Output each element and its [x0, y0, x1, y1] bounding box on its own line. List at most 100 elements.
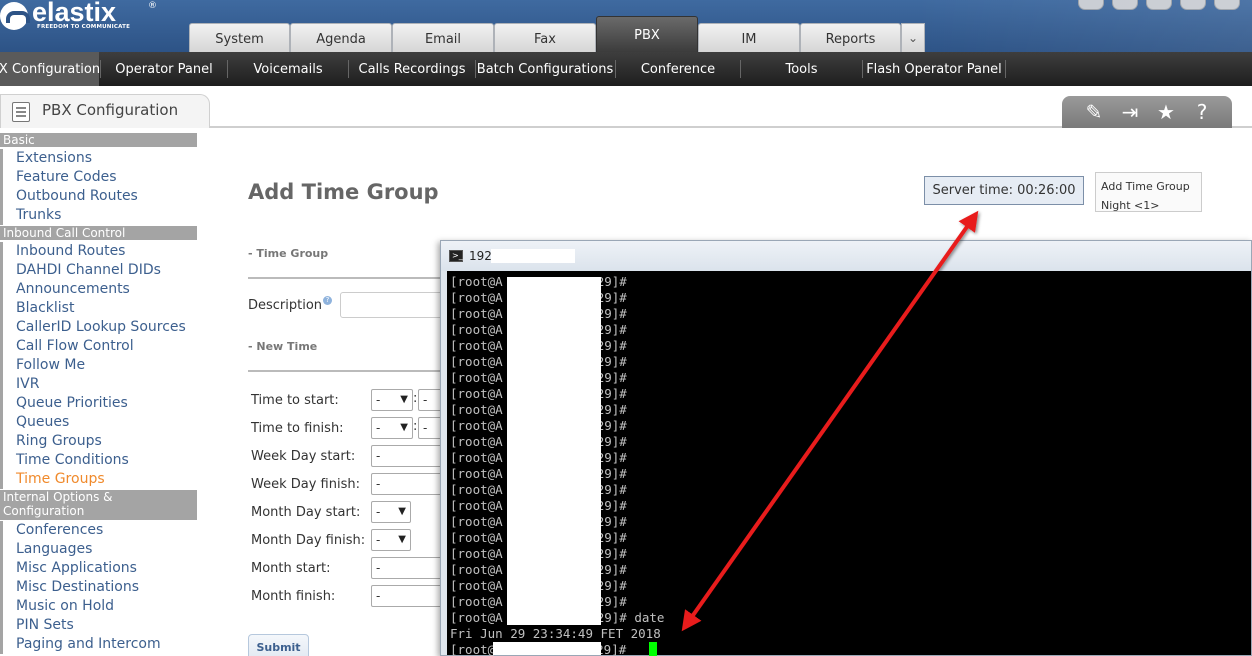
- tab-pbx[interactable]: PBX: [596, 16, 698, 52]
- terminal-output[interactable]: [root@A 29]# [root@A 29]# [root@A 29]# [root@A…: [447, 271, 1251, 656]
- prompt-left: [root@A: [450, 354, 503, 369]
- sidebar-item-ivr[interactable]: IVR: [0, 375, 197, 394]
- sidebar-item-time-conditions[interactable]: Time Conditions: [0, 451, 197, 470]
- prompt-left: [root@A: [450, 338, 503, 353]
- sidebar-item-queue-priorities[interactable]: Queue Priorities: [0, 394, 197, 413]
- month-day-finish-select[interactable]: - ▼: [371, 529, 411, 551]
- sidebar-item-languages[interactable]: Languages: [0, 540, 197, 559]
- sidebar-item-follow-me[interactable]: Follow Me: [0, 356, 197, 375]
- redaction-mask: [491, 249, 575, 263]
- sidebar-item-callerid-lookup-sources[interactable]: CallerID Lookup Sources: [0, 318, 197, 337]
- prompt-left: [root@A: [450, 578, 503, 593]
- page-document-icon: [12, 102, 30, 122]
- submit-button[interactable]: Submit: [248, 634, 309, 656]
- edit-icon[interactable]: ✎: [1082, 100, 1106, 124]
- home-icon[interactable]: [1180, 0, 1206, 10]
- wrench-icon[interactable]: [1146, 0, 1172, 10]
- sidebar-item-misc-applications[interactable]: Misc Applications: [0, 559, 197, 578]
- sidebar-item-ring-groups[interactable]: Ring Groups: [0, 432, 197, 451]
- help-icon[interactable]: ?: [1190, 100, 1214, 124]
- sidebar-item-blacklist[interactable]: Blacklist: [0, 299, 197, 318]
- time-group-info-box[interactable]: Add Time Group Night <1>: [1095, 172, 1202, 212]
- month-start-select[interactable]: -: [371, 557, 442, 579]
- help-icon[interactable]: ?: [323, 296, 332, 305]
- info-line: Night <1>: [1101, 199, 1160, 212]
- prompt-right: 29]#: [596, 370, 627, 385]
- prompt-right: 29]#: [596, 338, 627, 353]
- submenu-calls-recordings[interactable]: Calls Recordings: [349, 52, 475, 86]
- prompt-left: [root@A: [450, 498, 503, 513]
- section-title-line: Configuration: [3, 504, 85, 518]
- description-input[interactable]: [340, 292, 450, 318]
- more-tabs-chevron-icon[interactable]: ⌄: [901, 23, 925, 52]
- prompt-right: 29]#: [596, 434, 627, 449]
- time-start-label: Time to start:: [251, 393, 339, 408]
- sidebar-item-trunks[interactable]: Trunks: [0, 206, 197, 225]
- prompt-right: 29]#: [596, 306, 627, 321]
- prompt-left: [root@A: [450, 482, 503, 497]
- sidebar-item-pin-sets[interactable]: PIN Sets: [0, 616, 197, 635]
- header-icons: [1072, 0, 1252, 12]
- time-start-minute-select[interactable]: -: [418, 389, 442, 411]
- week-day-start-select[interactable]: -: [371, 445, 442, 467]
- prompt-left: [root@A: [450, 434, 503, 449]
- star-icon[interactable]: ★: [1154, 100, 1178, 124]
- prompt-left: [root@A: [450, 274, 503, 289]
- time-separator: :: [413, 391, 418, 406]
- submenu-pbx-configuration[interactable]: X Configuration: [0, 52, 100, 86]
- prompt-left: [root@A: [450, 546, 503, 561]
- user-icon[interactable]: [1078, 0, 1104, 10]
- sidebar-item-paging-and-intercom[interactable]: Paging and Intercom: [0, 635, 197, 654]
- time-start-hour-select[interactable]: - ▼: [371, 389, 413, 411]
- submenu-batch-configurations[interactable]: Batch Configurations: [476, 52, 614, 86]
- putty-title-bar[interactable]: >_ 192 TTY: [441, 241, 1251, 271]
- time-finish-hour-select[interactable]: - ▼: [371, 417, 413, 439]
- sidebar-toggle-icon[interactable]: ⇥: [1118, 100, 1142, 124]
- sidebar-item-outbound-routes[interactable]: Outbound Routes: [0, 187, 197, 206]
- prompt-left: [root@A: [450, 562, 503, 577]
- tab-fax[interactable]: Fax: [494, 23, 596, 52]
- prompt-left: [root@A: [450, 322, 503, 337]
- tab-system[interactable]: System: [189, 23, 290, 52]
- prompt-left: [root@A: [450, 306, 503, 321]
- terminal-cursor: [649, 642, 657, 656]
- submenu-operator-panel[interactable]: Operator Panel: [101, 52, 227, 86]
- submenu-conference[interactable]: Conference: [616, 52, 740, 86]
- sidebar-item-inbound-routes[interactable]: Inbound Routes: [0, 242, 197, 261]
- sidebar-item-queues[interactable]: Queues: [0, 413, 197, 432]
- search-icon[interactable]: [1112, 0, 1138, 10]
- prompt-right: 29]#: [596, 354, 627, 369]
- prompt-right: 29]#: [596, 466, 627, 481]
- sidebar-item-announcements[interactable]: Announcements: [0, 280, 197, 299]
- sidebar-item-feature-codes[interactable]: Feature Codes: [0, 168, 197, 187]
- sidebar-item-time-groups[interactable]: Time Groups: [0, 470, 197, 489]
- prompt-right: 29]#: [596, 386, 627, 401]
- month-finish-label: Month finish:: [251, 589, 336, 604]
- submenu-voicemails[interactable]: Voicemails: [228, 52, 348, 86]
- section-rule: [248, 277, 448, 279]
- putty-window[interactable]: >_ 192 TTY [root@A29]#[root@A29]#[root@A…: [440, 240, 1252, 656]
- elastix-logo[interactable]: elastix ® FREEDOM TO COMMUNICATE: [0, 0, 170, 36]
- time-finish-minute-select[interactable]: -: [418, 417, 442, 439]
- terminal-icon: >_: [449, 250, 463, 262]
- tab-agenda[interactable]: Agenda: [290, 23, 392, 52]
- sidebar-item-misc-destinations[interactable]: Misc Destinations: [0, 578, 197, 597]
- sidebar-item-call-flow-control[interactable]: Call Flow Control: [0, 337, 197, 356]
- prompt-right: 29]#: [596, 450, 627, 465]
- tab-im[interactable]: IM: [698, 23, 800, 52]
- sidebar-item-extensions[interactable]: Extensions: [0, 149, 197, 168]
- month-finish-select[interactable]: -: [371, 585, 442, 607]
- sidebar-item-music-on-hold[interactable]: Music on Hold: [0, 597, 197, 616]
- month-day-start-select[interactable]: - ▼: [371, 501, 411, 523]
- logout-icon[interactable]: [1214, 0, 1240, 10]
- submenu-flash-operator-panel[interactable]: Flash Operator Panel: [863, 52, 1005, 86]
- week-day-finish-select[interactable]: -: [371, 473, 442, 495]
- logo-tagline: FREEDOM TO COMMUNICATE: [37, 24, 131, 30]
- sidebar-item-dahdi-channel-dids[interactable]: DAHDI Channel DIDs: [0, 261, 197, 280]
- tab-reports[interactable]: Reports: [800, 23, 901, 52]
- prompt-left: [root@A: [450, 594, 503, 609]
- sidebar-item-conferences[interactable]: Conferences: [0, 521, 197, 540]
- tab-email[interactable]: Email: [392, 23, 494, 52]
- submenu-tools[interactable]: Tools: [741, 52, 862, 86]
- month-day-finish-label: Month Day finish:: [251, 533, 366, 548]
